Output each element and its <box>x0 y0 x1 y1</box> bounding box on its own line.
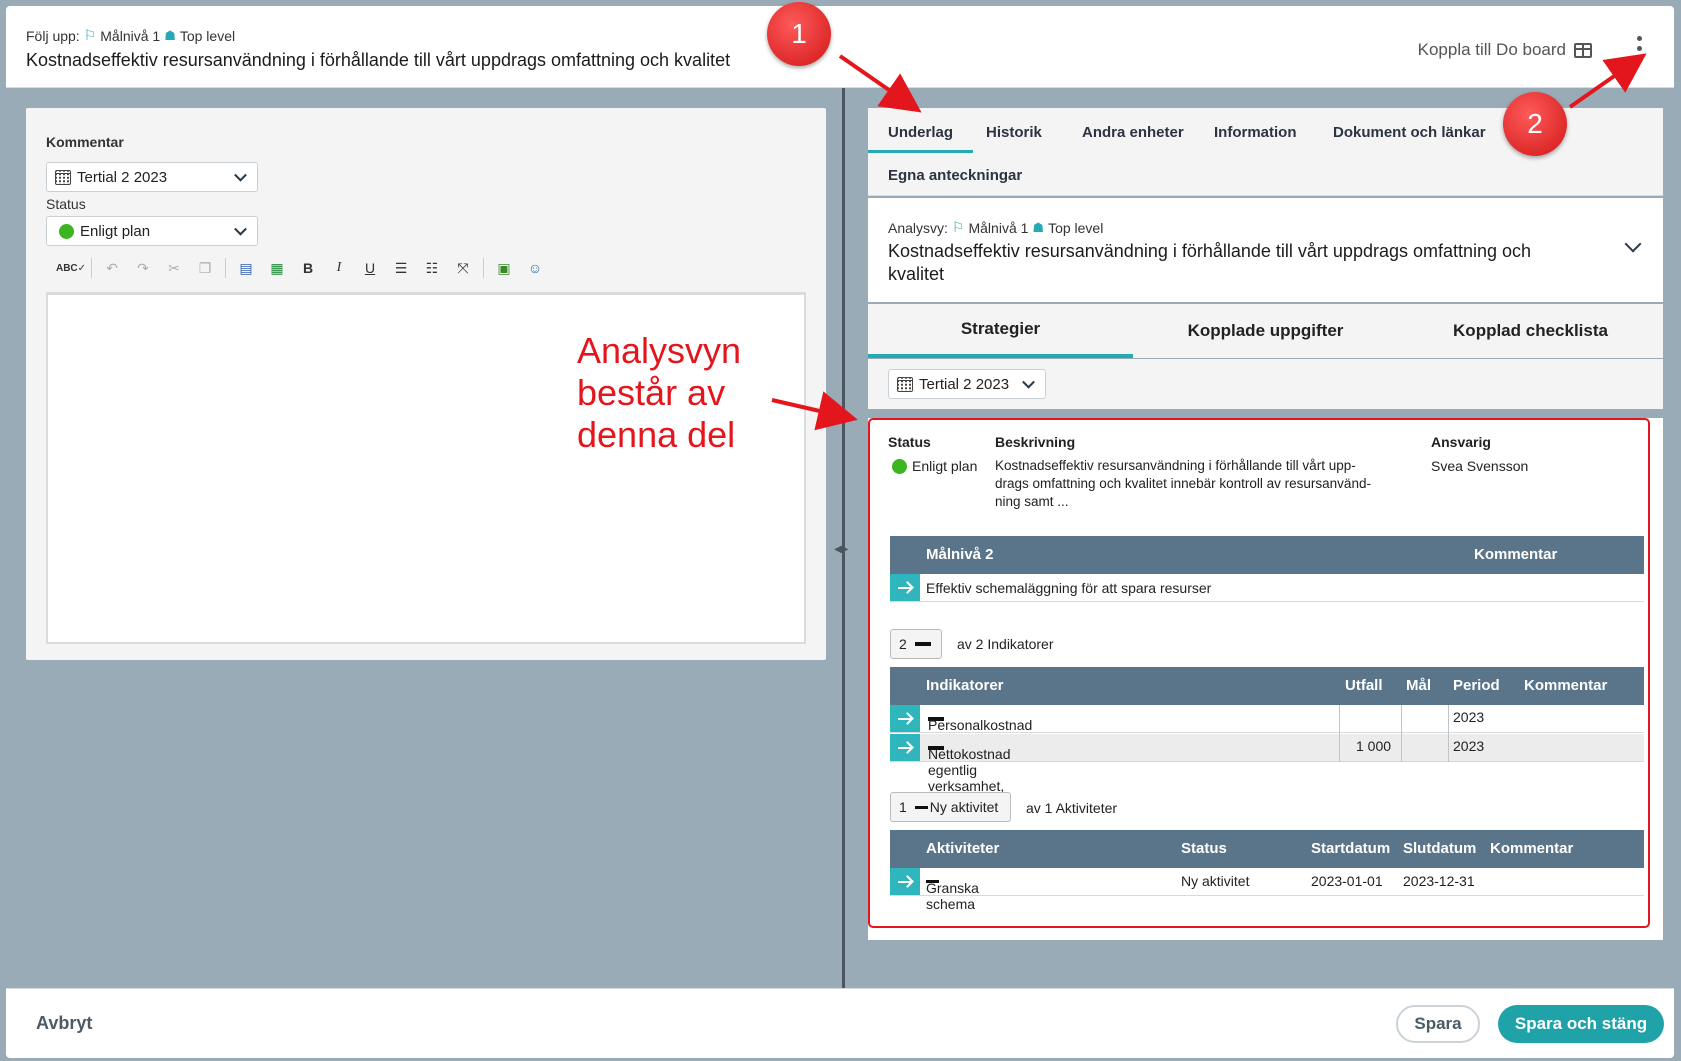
tab-historik[interactable]: Historik <box>986 124 1042 141</box>
annotation-badge-2: 2 <box>1503 92 1567 156</box>
chevron-down-icon <box>234 168 247 182</box>
calendar-icon <box>897 376 913 392</box>
chevron-down-icon[interactable] <box>1624 235 1642 253</box>
tab-egna-anteckningar[interactable]: Egna anteckningar <box>888 167 1022 184</box>
resize-handle-icon[interactable]: ◀▶ <box>834 544 848 555</box>
dialog-footer: Avbryt Spara Spara och stäng <box>6 988 1674 1058</box>
connect-doboard-label: Koppla till Do board <box>1417 40 1566 59</box>
analysis-breadcrumb: Analysvy: ⚐ Målnivå 1 ☗ Top level <box>888 219 1103 236</box>
subtab-kopplad-checklista[interactable]: Kopplad checklista <box>1398 304 1663 358</box>
period-select-value: Tertial 2 2023 <box>77 168 168 186</box>
status-green-icon <box>59 223 74 239</box>
spellcheck-icon[interactable]: ABC✓ <box>56 257 86 279</box>
paste-word-icon[interactable]: ▤ <box>235 257 257 279</box>
paste-excel-icon[interactable]: ▦ <box>266 257 288 279</box>
panel-divider[interactable] <box>842 88 845 994</box>
save-button[interactable]: Spara <box>1396 1005 1480 1043</box>
undo-icon[interactable]: ↶ <box>101 257 123 279</box>
dialog-header: Följ upp: ⚐ Målnivå 1 ☗ Top level Kostna… <box>6 6 1674 88</box>
analysis-root[interactable]: Top level <box>1048 220 1103 236</box>
chevron-down-icon <box>234 222 247 236</box>
status-label: Status <box>46 196 86 212</box>
fullscreen-icon[interactable]: ⤧ <box>452 257 474 279</box>
comment-label: Kommentar <box>46 134 124 150</box>
period-bar: Tertial 2 2023 <box>868 359 1663 409</box>
annotation-line-2: består av <box>577 372 726 413</box>
breadcrumb-level[interactable]: Målnivå 1 <box>100 28 160 44</box>
subtab-kopplade-uppgifter[interactable]: Kopplade uppgifter <box>1133 304 1398 358</box>
page-title: Kostnadseffektiv resursanvändning i förh… <box>26 50 731 70</box>
chevron-down-icon <box>1022 375 1035 389</box>
cancel-button[interactable]: Avbryt <box>36 1013 92 1034</box>
strategy-period-value: Tertial 2 2023 <box>919 375 1010 393</box>
analysis-title: Kostnadseffektiv resursanvändning i förh… <box>888 241 1532 284</box>
italic-icon[interactable]: I <box>328 257 350 279</box>
breadcrumb-root[interactable]: Top level <box>180 28 235 44</box>
hierarchy-icon: ☗ <box>1032 219 1045 235</box>
analysis-level[interactable]: Målnivå 1 <box>968 220 1028 236</box>
redo-icon[interactable]: ↷ <box>132 257 154 279</box>
annotation-note: Analysvyn består av denna del <box>577 330 817 456</box>
bullet-list-icon[interactable]: ☷ <box>421 257 443 279</box>
subtab-bar: Strategier Kopplade uppgifter Kopplad ch… <box>868 304 1663 358</box>
flag-icon: ⚐ <box>951 219 965 235</box>
period-select[interactable]: Tertial 2 2023 <box>46 162 258 192</box>
analysis-view-card: Analysvy: ⚐ Målnivå 1 ☗ Top level Kostna… <box>868 198 1663 302</box>
cut-icon[interactable]: ✂ <box>163 257 185 279</box>
board-icon <box>1574 42 1592 58</box>
person-icon[interactable]: ☺ <box>524 257 546 279</box>
tab-information[interactable]: Information <box>1214 124 1297 141</box>
editor-toolbar: ABC✓ ↶ ↷ ✂ ❐ ▤ ▦ B I U ☰ ☷ ⤧ ▣ ☺ <box>56 254 546 282</box>
image-icon[interactable]: ▣ <box>493 257 515 279</box>
annotation-badge-1: 1 <box>767 2 831 66</box>
copy-icon[interactable]: ❐ <box>194 257 216 279</box>
analysis-highlight-box <box>868 418 1650 928</box>
breadcrumb: Följ upp: ⚐ Målnivå 1 ☗ Top level <box>26 27 235 44</box>
tab-dokument-och-lankar[interactable]: Dokument och länkar <box>1333 124 1486 141</box>
calendar-icon <box>55 169 71 185</box>
save-and-close-button[interactable]: Spara och stäng <box>1498 1005 1664 1043</box>
connect-doboard-button[interactable]: Koppla till Do board <box>1418 40 1592 60</box>
analysis-prefix: Analysvy: <box>888 219 948 236</box>
strategy-period-select[interactable]: Tertial 2 2023 <box>888 369 1046 399</box>
more-options-icon[interactable] <box>1634 36 1644 60</box>
annotation-line-1: Analysvyn <box>577 330 742 371</box>
ordered-list-icon[interactable]: ☰ <box>390 257 412 279</box>
hierarchy-icon: ☗ <box>164 27 176 43</box>
breadcrumb-prefix: Följ upp: <box>26 27 80 44</box>
status-select-value: Enligt plan <box>80 222 151 240</box>
underline-icon[interactable]: U <box>359 257 381 279</box>
annotation-line-3: denna del <box>577 414 736 455</box>
tab-underlag[interactable]: Underlag <box>867 124 974 153</box>
bold-icon[interactable]: B <box>297 257 319 279</box>
flag-icon: ⚐ <box>83 27 97 43</box>
subtab-strategier[interactable]: Strategier <box>868 304 1133 358</box>
tab-andra-enheter[interactable]: Andra enheter <box>1082 124 1184 141</box>
status-select[interactable]: Enligt plan <box>46 216 258 246</box>
